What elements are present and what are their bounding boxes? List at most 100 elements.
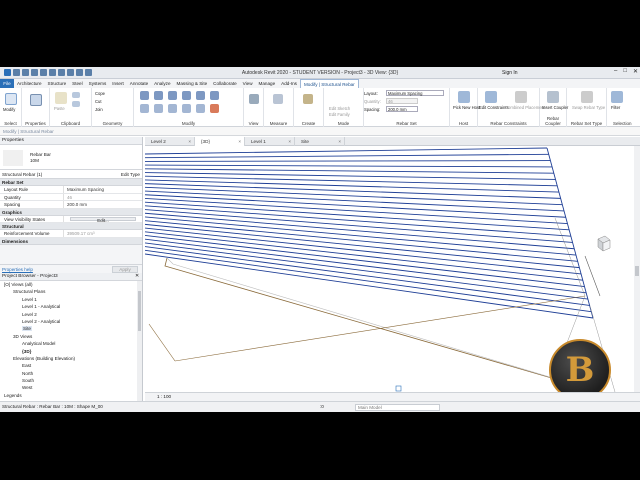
align-icon[interactable] bbox=[140, 91, 149, 100]
move-icon[interactable] bbox=[182, 91, 191, 100]
filter-button[interactable]: Filter bbox=[611, 105, 620, 110]
offset-icon[interactable] bbox=[154, 91, 163, 100]
rotate-icon[interactable] bbox=[210, 91, 219, 100]
scroll-thumb[interactable] bbox=[635, 266, 639, 276]
prop-row-spacing[interactable]: Spacing 200.0 mm bbox=[0, 201, 142, 209]
browser-item[interactable]: Site bbox=[0, 325, 142, 332]
quantity-field[interactable]: 46 bbox=[386, 98, 418, 104]
measure-tool-icon[interactable] bbox=[273, 94, 283, 104]
rebar-bar-line[interactable] bbox=[145, 249, 592, 313]
properties-icon[interactable] bbox=[30, 94, 42, 106]
instance-filter-dropdown[interactable]: Structural Rebar (1) Edit Type bbox=[0, 170, 142, 179]
close-icon[interactable]: ✕ bbox=[135, 273, 139, 281]
pick-new-host-button[interactable]: Pick New Host bbox=[453, 105, 480, 110]
pin-icon[interactable] bbox=[196, 104, 205, 113]
edit-visibility-button[interactable]: Edit... bbox=[70, 216, 136, 222]
canvas-scrollbar[interactable] bbox=[634, 146, 640, 392]
tab-systems[interactable]: Systems bbox=[86, 79, 110, 88]
tab-architecture[interactable]: Architecture bbox=[14, 79, 45, 88]
browser-item[interactable]: East bbox=[0, 362, 142, 369]
rebar-bar-line[interactable] bbox=[145, 205, 571, 237]
close-icon[interactable]: ✕ bbox=[633, 68, 638, 75]
group-dimensions[interactable]: Dimensions bbox=[0, 237, 142, 245]
cut-button[interactable]: Cut bbox=[95, 99, 102, 104]
tab-annotate[interactable]: Annotate bbox=[127, 79, 151, 88]
pick-new-host-icon[interactable] bbox=[458, 91, 470, 103]
modify-tool-icon[interactable] bbox=[5, 93, 17, 105]
cope-button[interactable]: Cope bbox=[95, 91, 105, 96]
combined-placement-icon[interactable] bbox=[515, 91, 527, 103]
modify-label[interactable]: Modify bbox=[3, 107, 15, 112]
view-cube[interactable] bbox=[593, 234, 613, 254]
rebar-bar-line[interactable] bbox=[145, 190, 565, 212]
rebar-bar-line[interactable] bbox=[145, 164, 553, 168]
rebar-bar-line[interactable] bbox=[145, 175, 558, 187]
browser-item[interactable]: Legends bbox=[0, 392, 142, 399]
rebar-bar-line[interactable] bbox=[145, 147, 548, 155]
tab-insert[interactable]: Insert bbox=[109, 79, 127, 88]
scroll-thumb[interactable] bbox=[138, 291, 141, 331]
edit-constraints-icon[interactable] bbox=[485, 91, 497, 103]
tab-structure[interactable]: Structure bbox=[45, 79, 70, 88]
rebar-end-line[interactable] bbox=[546, 147, 594, 319]
prop-value[interactable]: 46 bbox=[64, 194, 142, 201]
prop-row-visibility[interactable]: View Visibility States Edit... bbox=[0, 215, 142, 223]
spacing-field[interactable]: 200.0 mm bbox=[386, 106, 418, 112]
paste-label[interactable]: Paste bbox=[54, 106, 65, 111]
rebar-bar-line[interactable] bbox=[145, 168, 554, 174]
rebar-bar-line[interactable] bbox=[145, 238, 587, 294]
browser-item[interactable]: North bbox=[0, 370, 142, 377]
main-model-dropdown[interactable]: Main Model bbox=[355, 404, 440, 411]
close-icon[interactable]: × bbox=[288, 137, 291, 146]
browser-item[interactable]: West bbox=[0, 384, 142, 391]
group-rebar-set[interactable]: Rebar Set bbox=[0, 179, 142, 186]
view-tab-site[interactable]: Site × bbox=[295, 137, 345, 146]
prop-value[interactable]: 200.0 mm bbox=[64, 201, 142, 208]
prop-value[interactable]: Maximum Spacing bbox=[64, 186, 142, 193]
copy-icon[interactable] bbox=[72, 92, 80, 98]
maximize-icon[interactable]: □ bbox=[623, 68, 627, 75]
filter-icon[interactable] bbox=[611, 91, 623, 103]
scale-icon[interactable] bbox=[182, 104, 191, 113]
rebar-bar-line[interactable] bbox=[145, 172, 556, 180]
select-panel-label[interactable]: Select bbox=[0, 121, 21, 126]
tab-modify-structural-rebar[interactable]: Modify | Structural Rebar bbox=[299, 79, 359, 88]
tab-add-ins[interactable]: Add-Ins bbox=[278, 79, 300, 88]
tab-manage[interactable]: Manage bbox=[256, 79, 279, 88]
rebar-bar-line[interactable] bbox=[145, 253, 594, 319]
browser-item[interactable]: 3D Views bbox=[0, 333, 142, 340]
browser-item[interactable]: Level 1 - Analytical bbox=[0, 303, 142, 310]
view-tab-level-1[interactable]: Level 1 × bbox=[245, 137, 295, 146]
browser-item[interactable]: South bbox=[0, 377, 142, 384]
view-scale[interactable]: 1 : 100 bbox=[157, 393, 171, 401]
view-tab-3d[interactable]: {3D} × bbox=[195, 137, 245, 146]
rebar-set[interactable] bbox=[145, 147, 594, 319]
edit-sketch-button[interactable]: Edit Sketch bbox=[329, 106, 350, 111]
browser-item[interactable]: Structural Plans bbox=[0, 288, 142, 295]
join-button[interactable]: Join bbox=[95, 107, 103, 112]
prop-row-quantity[interactable]: Quantity 46 bbox=[0, 193, 142, 201]
prop-row-volume[interactable]: Reinforcement Volume 39509.17 cm³ bbox=[0, 230, 142, 238]
minimize-icon[interactable]: – bbox=[614, 68, 617, 75]
apply-button[interactable]: Apply bbox=[112, 266, 138, 273]
edit-type-button[interactable]: Edit Type bbox=[121, 170, 140, 179]
prop-row-layout-rule[interactable]: Layout Rule Maximum Spacing bbox=[0, 186, 142, 194]
tab-steel[interactable]: Steel bbox=[69, 79, 85, 88]
swap-rebar-type-button[interactable]: Swap Rebar Type bbox=[572, 105, 605, 110]
tab-file[interactable]: File bbox=[0, 79, 14, 88]
tab-analyze[interactable]: Analyze bbox=[151, 79, 173, 88]
delete-icon[interactable] bbox=[210, 104, 219, 113]
edit-family-button[interactable]: Edit Family bbox=[329, 112, 350, 117]
insert-coupler-button[interactable]: Insert Coupler bbox=[542, 105, 568, 110]
browser-item[interactable]: Level 2 bbox=[0, 311, 142, 318]
browser-item[interactable]: Elevations (Building Elevation) bbox=[0, 355, 142, 362]
mirror-icon[interactable] bbox=[168, 91, 177, 100]
browser-item[interactable]: Level 2 - Analytical bbox=[0, 318, 142, 325]
properties-help-link[interactable]: Properties help bbox=[2, 267, 33, 272]
group-structural[interactable]: Structural bbox=[0, 223, 142, 230]
insert-coupler-icon[interactable] bbox=[547, 91, 559, 103]
hide-icon[interactable] bbox=[249, 94, 259, 104]
split-icon[interactable] bbox=[154, 104, 163, 113]
paste-icon[interactable] bbox=[55, 92, 67, 104]
copy-tool-icon[interactable] bbox=[196, 91, 205, 100]
